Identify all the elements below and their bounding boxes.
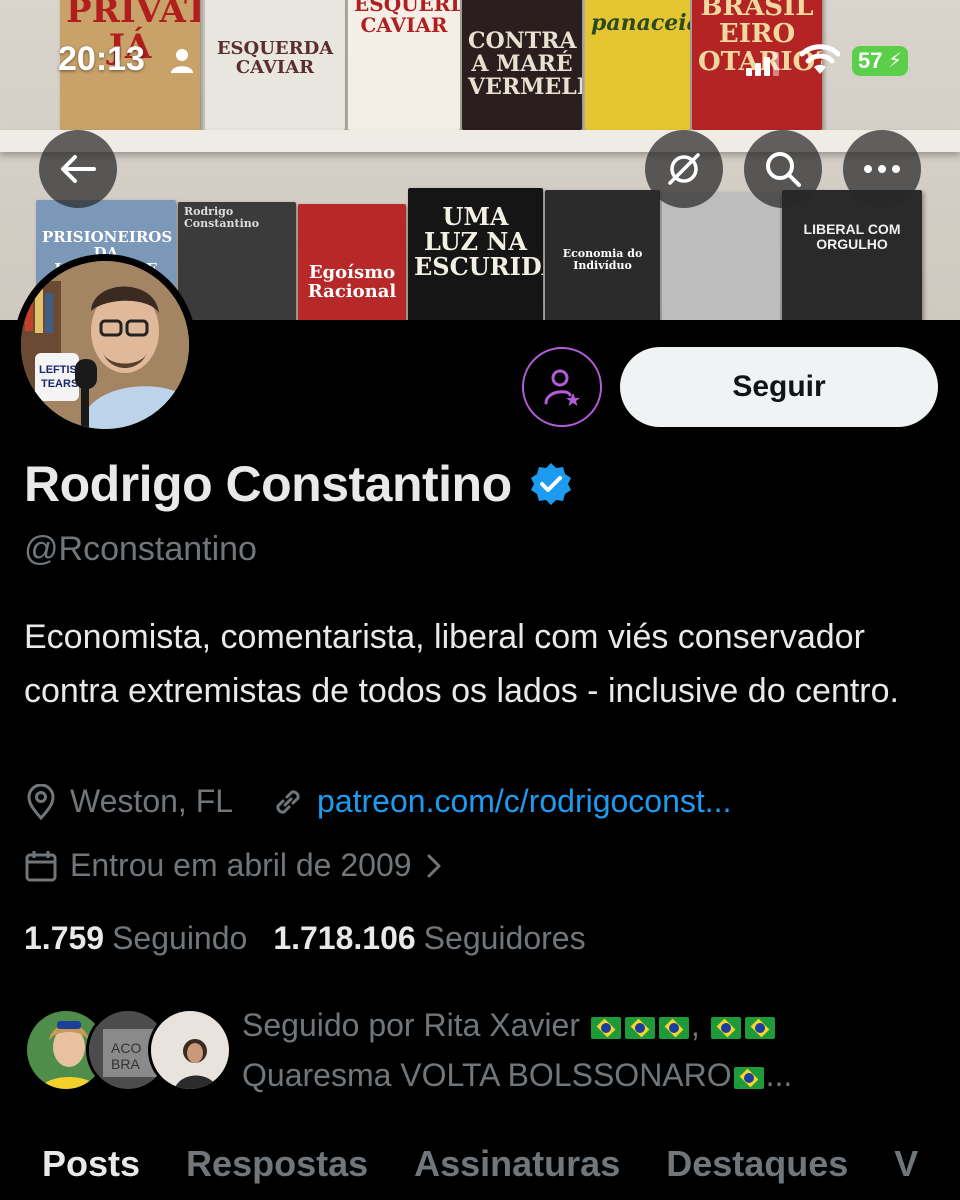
back-button[interactable] xyxy=(39,130,117,208)
tab-posts[interactable]: Posts xyxy=(0,1135,163,1200)
grok-icon xyxy=(668,153,700,185)
brazil-flag-icon xyxy=(658,1016,689,1039)
search-icon xyxy=(766,152,801,187)
following-count: 1.759 xyxy=(24,920,105,956)
followed-by-text: Seguido por Rita Xavier , Quaresma VOLTA… xyxy=(242,1007,793,1093)
charging-icon: ⚡ xyxy=(887,50,902,72)
status-time: 20:13 xyxy=(58,40,145,78)
search-button[interactable] xyxy=(744,130,822,208)
verified-badge-icon[interactable] xyxy=(528,461,574,507)
brazil-flag-icon xyxy=(624,1016,655,1039)
grok-button[interactable] xyxy=(645,130,723,208)
banner-book: LIBERAL COM ORGULHO xyxy=(782,190,922,320)
person-icon xyxy=(170,48,194,79)
banner-book: Egoísmo Racional xyxy=(298,204,406,320)
arrow-left-icon xyxy=(61,155,96,183)
display-name: Rodrigo Constantino xyxy=(24,456,512,512)
tab-highlights[interactable]: Destaques xyxy=(643,1135,871,1200)
followers-label: Seguidores xyxy=(423,920,586,956)
profile-meta-joined[interactable]: Entrou em abril de 2009 xyxy=(24,847,454,884)
followed-by-section[interactable]: ACO BRA Seguido por Rita Xavier , Quaresm… xyxy=(24,1000,944,1100)
avatar-photo: LEFTIST TEARS xyxy=(21,261,189,429)
calendar-icon xyxy=(24,849,58,883)
banner-book: Economia do Indivíduo xyxy=(545,190,660,320)
notifications-button[interactable] xyxy=(522,347,602,427)
profile-name: Rodrigo Constantino xyxy=(24,455,574,513)
followed-by-ellipsis: ... xyxy=(765,1057,793,1093)
profile-bio: Economista, comentarista, liberal com vi… xyxy=(24,618,899,710)
brazil-flag-icon xyxy=(710,1016,741,1039)
svg-text:BRA: BRA xyxy=(111,1056,140,1072)
banner-book: UMA LUZ NA ESCURIDÃO xyxy=(408,188,543,320)
svg-text:ACO: ACO xyxy=(111,1040,141,1056)
location-pin-icon xyxy=(24,783,58,820)
profile-handle: @Rconstantino xyxy=(24,530,257,568)
cell-signal-icon xyxy=(746,52,780,81)
status-bar: 20:13 57 ⚡ xyxy=(0,0,960,120)
tab-videos[interactable]: V xyxy=(871,1135,941,1200)
brazil-flag-icon xyxy=(744,1016,775,1039)
follow-button[interactable]: Seguir xyxy=(620,347,938,427)
following-stat[interactable]: 1.759 Seguindo xyxy=(24,920,247,957)
link-icon xyxy=(271,785,305,819)
tab-replies[interactable]: Respostas xyxy=(163,1135,391,1200)
brazil-flag-icon xyxy=(590,1016,621,1039)
website-link[interactable]: patreon.com/c/rodrigoconst... xyxy=(317,783,731,820)
person-star-icon xyxy=(544,369,580,406)
following-label: Seguindo xyxy=(112,920,248,956)
followed-by-line2: Quaresma VOLTA BOLSSONARO xyxy=(242,1057,732,1093)
joined-text: Entrou em abril de 2009 xyxy=(70,847,412,883)
tab-subscriptions[interactable]: Assinaturas xyxy=(391,1135,643,1200)
svg-text:TEARS: TEARS xyxy=(41,378,78,390)
profile-meta-location: Weston, FL patreon.com/c/rodrigoconst... xyxy=(24,783,731,820)
more-dots-icon xyxy=(864,165,900,173)
banner-book: Rodrigo Constantino xyxy=(178,202,296,320)
wifi-icon xyxy=(799,44,841,81)
more-options-button[interactable] xyxy=(843,130,921,208)
follower-avatar xyxy=(148,1008,232,1092)
battery-level: 57 xyxy=(858,48,883,73)
followed-by-line1: Seguido por Rita Xavier xyxy=(242,1007,580,1043)
banner-book xyxy=(662,192,780,320)
location-text: Weston, FL xyxy=(70,783,234,819)
battery-indicator: 57 ⚡ xyxy=(852,46,908,76)
brazil-flag-icon xyxy=(733,1066,764,1089)
followers-count: 1.718.106 xyxy=(273,920,416,956)
profile-stats: 1.759 Seguindo 1.718.106 Seguidores xyxy=(24,920,586,957)
profile-avatar[interactable]: LEFTIST TEARS xyxy=(14,254,196,436)
followers-stat[interactable]: 1.718.106 Seguidores xyxy=(273,920,585,957)
profile-tabs: Posts Respostas Assinaturas Destaques V xyxy=(0,1135,960,1200)
chevron-right-icon xyxy=(426,853,442,879)
